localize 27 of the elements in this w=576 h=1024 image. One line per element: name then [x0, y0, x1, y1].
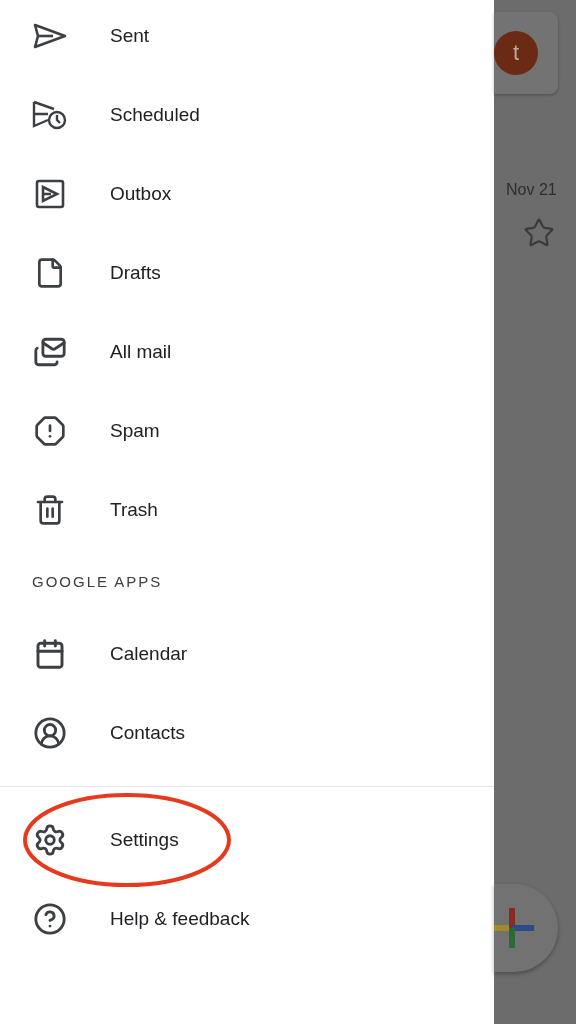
menu-item[interactable]: Sent: [0, 0, 494, 75]
plus-icon: [494, 908, 534, 948]
compose-button[interactable]: [494, 884, 558, 972]
section-header: GOOGLE APPS: [31, 572, 164, 592]
menu-item[interactable]: Contacts: [0, 693, 494, 772]
alert-octagon-icon: [34, 414, 66, 447]
calendar-icon: [34, 637, 66, 670]
outbox-icon: [35, 178, 65, 209]
menu-item[interactable]: Help & feedback: [0, 879, 494, 958]
menu-item[interactable]: Settings: [0, 800, 494, 879]
contact-icon: [33, 715, 67, 750]
star-icon[interactable]: [523, 217, 555, 249]
menu-item[interactable]: Spam: [0, 391, 494, 470]
send-icon: [33, 22, 67, 49]
menu-item[interactable]: Drafts: [0, 233, 494, 312]
menu-item[interactable]: Scheduled: [0, 75, 494, 154]
scheduled-send-icon: [32, 99, 68, 130]
help-icon: [33, 901, 67, 936]
trash-icon: [34, 493, 66, 526]
menu-item[interactable]: All mail: [0, 312, 494, 391]
menu-item[interactable]: Calendar: [0, 614, 494, 693]
email-date: Nov 21: [506, 181, 557, 199]
avatar[interactable]: t: [494, 31, 538, 75]
menu-item[interactable]: Trash: [0, 470, 494, 549]
menu-item[interactable]: Outbox: [0, 154, 494, 233]
search-bar[interactable]: t: [494, 12, 558, 94]
settings-icon: [33, 822, 67, 857]
